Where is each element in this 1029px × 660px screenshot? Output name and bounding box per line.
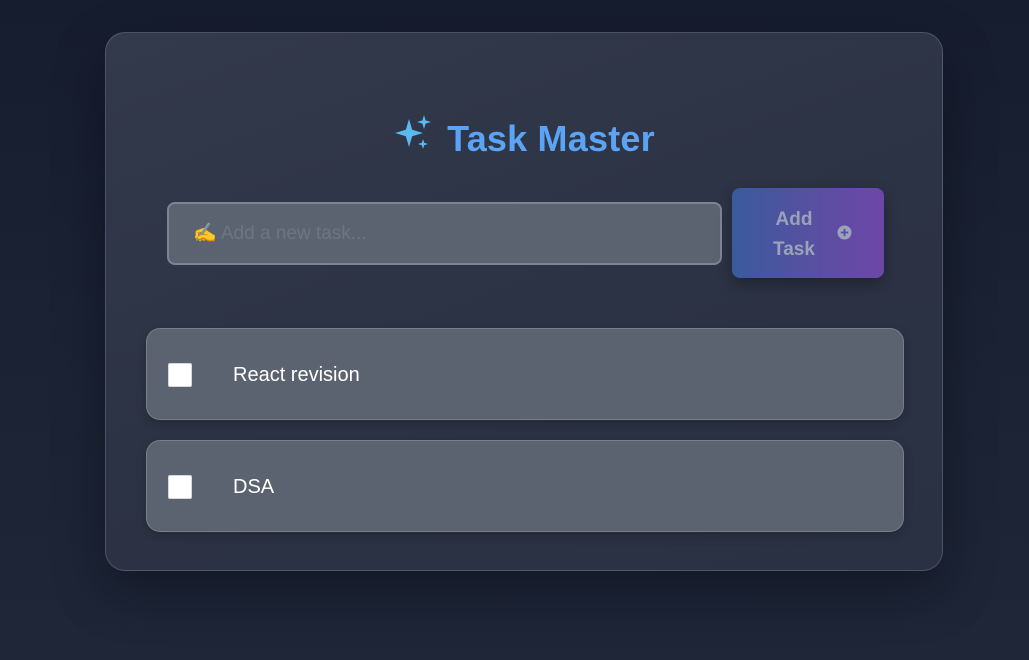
task-text: DSA [233, 476, 275, 498]
new-task-input[interactable] [167, 202, 722, 265]
app-title: Task Master [106, 115, 942, 163]
task-checkbox[interactable] [168, 363, 192, 387]
add-task-button[interactable]: Add Task [732, 188, 884, 278]
task-card: Task Master Add Task React revision DSA [105, 32, 943, 571]
task-checkbox[interactable] [168, 475, 192, 499]
add-task-button-label: Add Task [773, 209, 815, 260]
plus-circle-icon [837, 225, 852, 243]
sparkles-icon [393, 113, 433, 163]
task-item: React revision [146, 328, 904, 420]
task-item: DSA [146, 440, 904, 532]
app-title-text: Task Master [447, 118, 655, 159]
task-text: React revision [233, 364, 360, 386]
